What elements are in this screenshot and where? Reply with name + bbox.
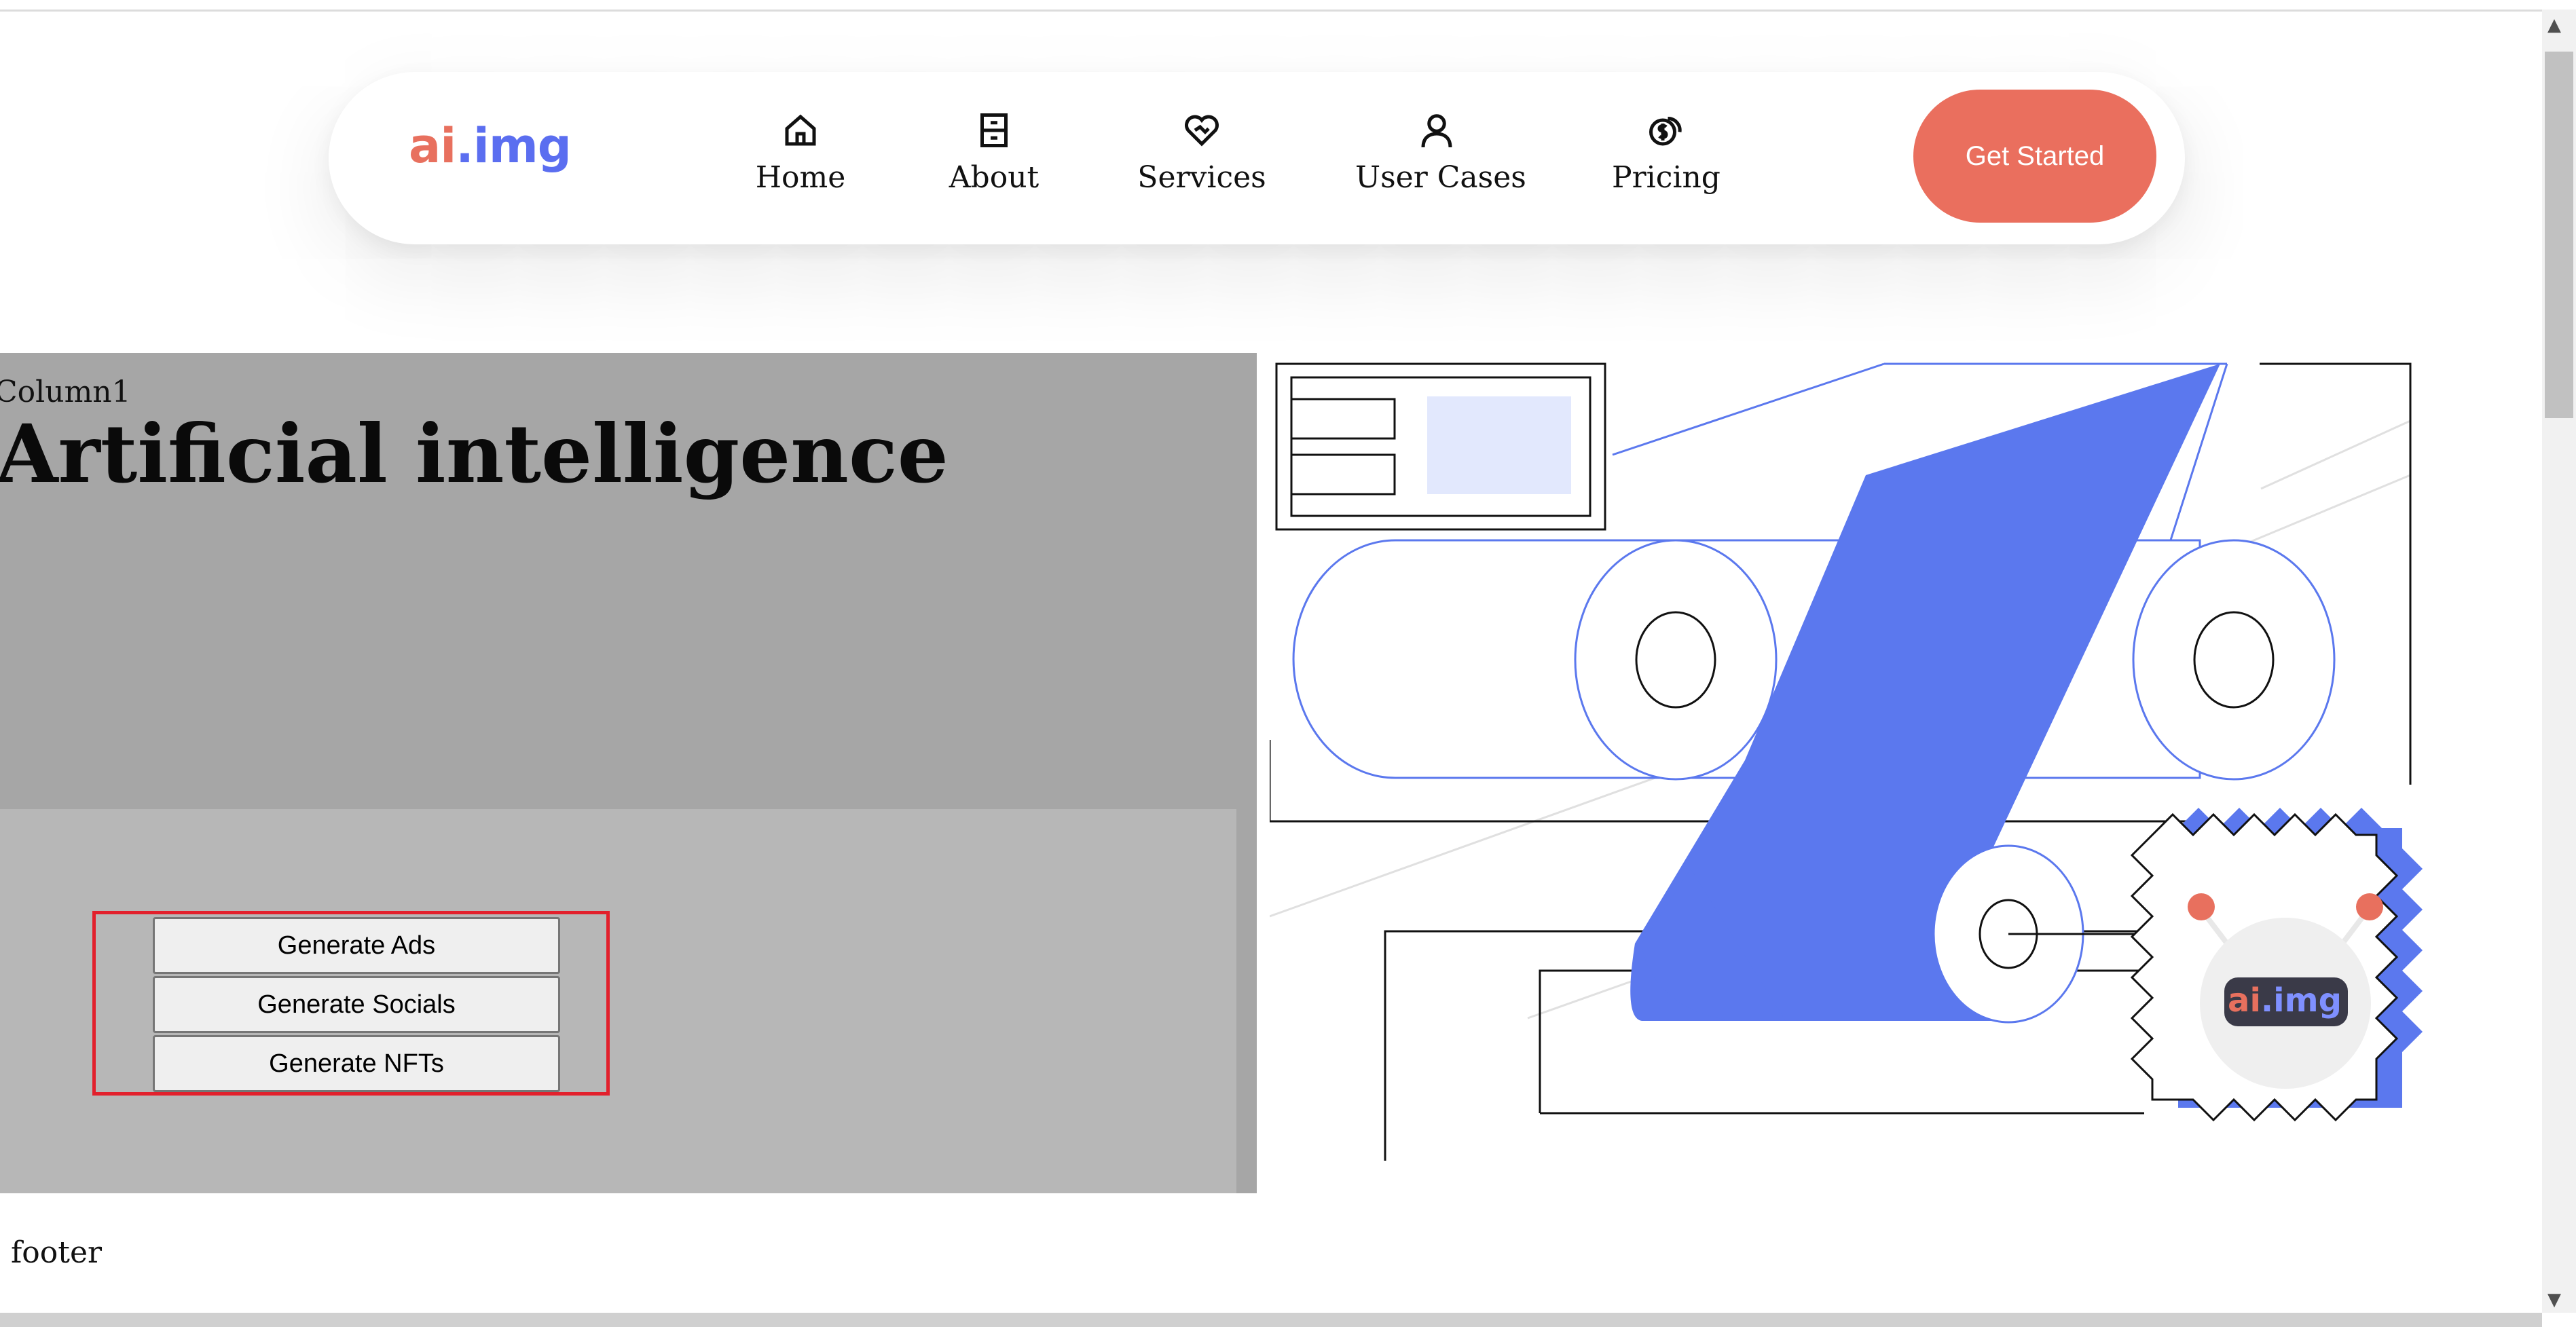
nav-label-pricing: Pricing: [1612, 160, 1721, 195]
scroll-down-icon[interactable]: ▼: [2547, 1290, 2561, 1310]
nav-label-user-cases: User Cases: [1355, 160, 1526, 195]
logo-part-img: .img: [456, 118, 572, 174]
nav-item-user-cases[interactable]: User Cases: [1355, 110, 1526, 212]
hero-title: Artificial intelligence: [0, 407, 949, 501]
get-started-button[interactable]: Get Started: [1913, 90, 2156, 223]
badge-logo: ai.img: [2228, 982, 2342, 1020]
generate-button-group: Generate Ads Generate Socials Generate N…: [92, 911, 610, 1096]
browser-top-border: [0, 0, 2576, 12]
handshake-heart-icon: [1185, 115, 1219, 147]
generate-nfts-button[interactable]: Generate NFTs: [153, 1035, 560, 1092]
nav-item-home[interactable]: Home: [719, 110, 882, 212]
footer: footer: [11, 1235, 103, 1270]
horizontal-scrollbar[interactable]: [0, 1313, 2542, 1327]
logo[interactable]: ai.img: [409, 118, 572, 174]
scroll-up-icon[interactable]: ▲: [2547, 15, 2561, 35]
nav-item-pricing[interactable]: Pricing: [1585, 110, 1748, 212]
vertical-scrollbar-thumb[interactable]: [2545, 52, 2573, 418]
nav-label-about: About: [949, 160, 1039, 195]
archive-icon: [980, 113, 1008, 147]
nav-label-home: Home: [755, 160, 846, 195]
nav-item-about[interactable]: About: [913, 110, 1075, 212]
home-icon: [785, 114, 816, 146]
column-label: Column1: [0, 375, 131, 409]
generate-socials-button[interactable]: Generate Socials: [153, 976, 560, 1033]
generate-ads-button[interactable]: Generate Ads: [153, 917, 560, 974]
panel-edge: [1236, 809, 1257, 1193]
conveyor-illustration: ai.img: [1270, 362, 2423, 1161]
nav-label-services: Services: [1137, 160, 1266, 195]
logo-part-ai: ai: [409, 118, 456, 174]
nav-item-services[interactable]: Services: [1120, 110, 1283, 212]
user-icon: [1421, 114, 1452, 148]
coins-icon: [1649, 116, 1682, 146]
navbar: ai.img Home About Services User Cases Pr…: [329, 72, 2185, 244]
